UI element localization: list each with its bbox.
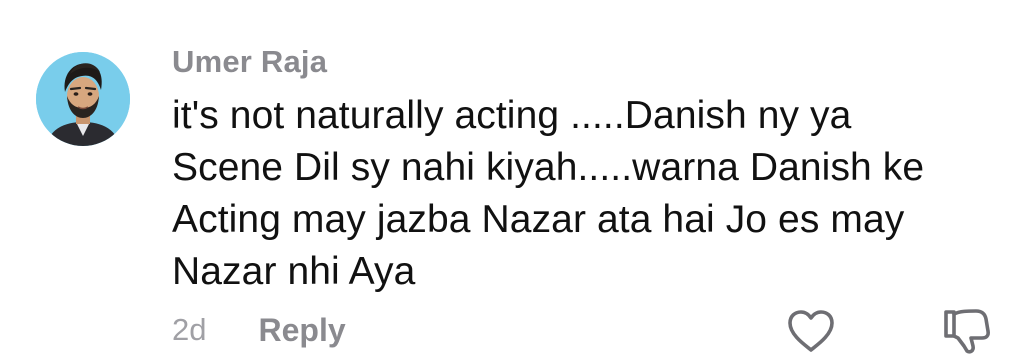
comment-text: it's not naturally acting .....Danish ny… bbox=[172, 94, 925, 293]
avatar[interactable] bbox=[36, 52, 130, 146]
comment-meta-row: 2d Reply bbox=[172, 308, 346, 352]
comment-item: Umer Raja it's not naturally acting ....… bbox=[0, 0, 1024, 360]
comment-author[interactable]: Umer Raja bbox=[172, 42, 327, 82]
reply-button[interactable]: Reply bbox=[258, 310, 345, 350]
thumbs-down-outline-icon bbox=[944, 309, 990, 354]
avatar-image bbox=[36, 52, 130, 146]
heart-outline-icon bbox=[788, 310, 834, 352]
comment-timestamp: 2d bbox=[172, 312, 207, 347]
like-button[interactable] bbox=[786, 308, 836, 354]
dislike-button[interactable] bbox=[940, 306, 992, 356]
